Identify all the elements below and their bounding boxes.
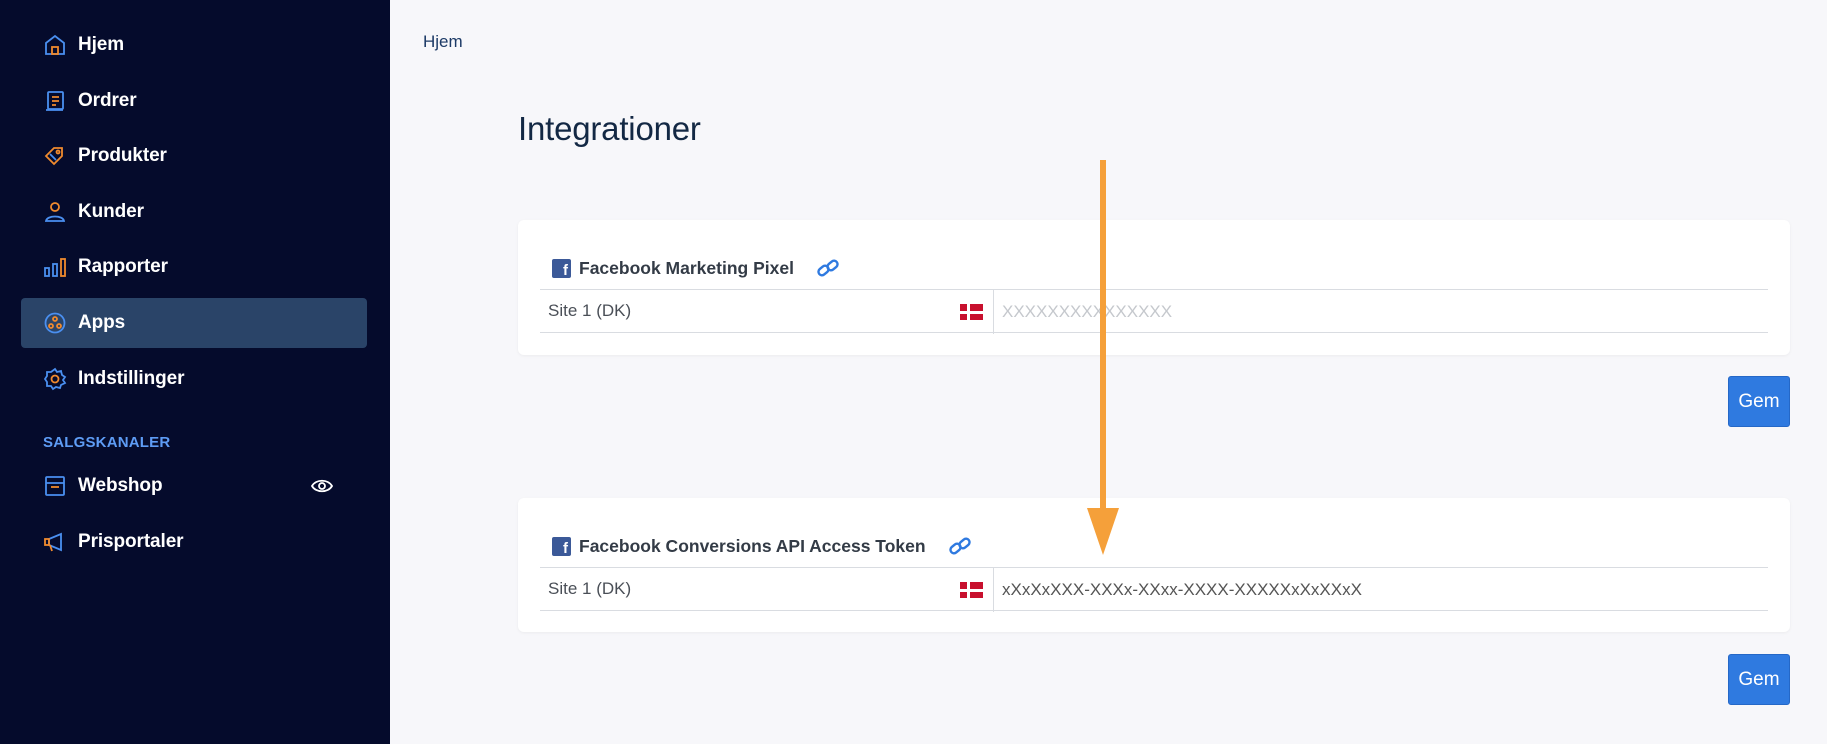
orders-icon: [43, 89, 67, 113]
bar-chart-icon: [43, 255, 67, 279]
sidebar-item-label: Webshop: [78, 475, 163, 496]
facebook-icon: f: [552, 258, 571, 278]
denmark-flag-icon: [960, 582, 983, 598]
site-row: Site 1 (DK): [540, 567, 1768, 612]
sidebar-item-label: Prisportaler: [78, 531, 184, 552]
sidebar-item-produkter[interactable]: Produkter: [21, 131, 367, 181]
eye-icon[interactable]: [310, 478, 334, 494]
breadcrumb[interactable]: Hjem: [423, 32, 463, 52]
card-title: Facebook Marketing Pixel: [579, 257, 794, 278]
sidebar-item-prisportaler[interactable]: Prisportaler: [21, 517, 367, 567]
sidebar-item-kunder[interactable]: Kunder: [21, 187, 367, 237]
save-button[interactable]: Gem: [1728, 376, 1790, 427]
facebook-pixel-card: f Facebook Marketing Pixel Site 1 (DK): [518, 220, 1790, 355]
site-label: Site 1 (DK): [548, 301, 632, 320]
sidebar-item-label: Ordrer: [78, 90, 137, 111]
sidebar-item-label: Indstillinger: [78, 368, 185, 389]
link-icon[interactable]: [948, 534, 972, 558]
sidebar-item-hjem[interactable]: Hjem: [21, 20, 367, 70]
tag-icon: [43, 144, 67, 168]
card-title: Facebook Conversions API Access Token: [579, 535, 926, 556]
sidebar-item-apps[interactable]: Apps: [21, 298, 367, 348]
sidebar-item-rapporter[interactable]: Rapporter: [21, 242, 367, 292]
denmark-flag-icon: [960, 304, 983, 320]
sidebar-item-webshop[interactable]: Webshop: [21, 461, 367, 511]
sidebar-item-label: Produkter: [78, 145, 167, 166]
sidebar-item-ordrer[interactable]: Ordrer: [21, 76, 367, 126]
section-label-salgskanaler: SALGSKANALER: [43, 434, 171, 451]
sidebar-item-label: Hjem: [78, 34, 125, 55]
sidebar-item-indstillinger[interactable]: Indstillinger: [21, 354, 367, 404]
facebook-conversions-card: f Facebook Conversions API Access Token …: [518, 498, 1790, 632]
sidebar-item-label: Apps: [78, 312, 126, 333]
sidebar-item-label: Rapporter: [78, 256, 168, 277]
divider: [993, 568, 994, 612]
site-label: Site 1 (DK): [548, 579, 632, 598]
save-button[interactable]: Gem: [1728, 654, 1790, 705]
access-token-input[interactable]: [1002, 568, 1762, 612]
gear-icon: [43, 367, 67, 391]
divider: [993, 290, 994, 334]
home-icon: [43, 33, 67, 57]
facebook-icon: f: [552, 536, 571, 556]
store-icon: [43, 474, 67, 498]
sidebar-item-label: Kunder: [78, 201, 144, 222]
site-row: Site 1 (DK): [540, 289, 1768, 334]
apps-icon: [43, 311, 67, 335]
link-icon[interactable]: [816, 256, 840, 280]
annotation-arrow: [1087, 160, 1119, 555]
megaphone-icon: [43, 530, 67, 554]
user-icon: [43, 200, 67, 224]
page-title: Integrationer: [518, 110, 701, 147]
sidebar: Hjem Ordrer Produkter Kunder Rapporter A…: [0, 0, 390, 744]
